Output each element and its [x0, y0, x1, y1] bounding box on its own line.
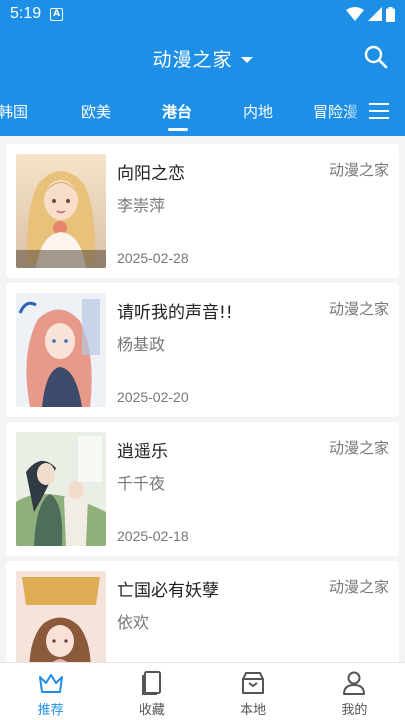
storage-icon	[242, 672, 265, 694]
nav-profile[interactable]: 我的	[304, 663, 405, 720]
menu-icon[interactable]	[368, 101, 390, 121]
comic-author: 依欢	[117, 613, 150, 632]
comic-date: 2025-02-28	[117, 250, 189, 266]
tab-korea[interactable]: 韩国	[0, 101, 28, 122]
comic-cover	[16, 571, 106, 662]
nav-label: 我的	[341, 703, 368, 718]
signal-icon	[368, 7, 382, 21]
comic-list: 向阳之恋 李崇萍 2025-02-28 动漫之家 请听我的声音!! 杨基政 20…	[0, 136, 405, 662]
crown-icon	[38, 674, 63, 693]
caret-down-icon	[240, 56, 253, 63]
comic-source: 动漫之家	[328, 439, 389, 457]
status-time: 5:19	[10, 5, 42, 22]
nav-favorites[interactable]: 收藏	[101, 663, 202, 720]
comic-date: 2025-02-20	[117, 389, 189, 405]
app-title: 动漫之家	[152, 49, 233, 71]
nav-label: 本地	[240, 703, 267, 718]
comic-cover	[16, 293, 106, 407]
nav-label: 推荐	[37, 703, 64, 718]
comic-source: 动漫之家	[328, 161, 389, 179]
comic-cover	[16, 432, 106, 546]
comic-card[interactable]: 请听我的声音!! 杨基政 2025-02-20 动漫之家	[6, 283, 399, 417]
tab-western[interactable]: 欧美	[81, 101, 111, 122]
nav-recommend[interactable]: 推荐	[0, 663, 101, 720]
comic-source: 动漫之家	[328, 578, 389, 596]
bottom-nav: 推荐 收藏 本地 我的	[0, 662, 405, 720]
comic-card[interactable]: 亡国必有妖孽 依欢 动漫之家	[6, 561, 399, 662]
wifi-icon	[346, 7, 364, 21]
category-tabs: 韩国 欧美 港台 内地 冒险漫	[0, 88, 405, 136]
comic-card[interactable]: 向阳之恋 李崇萍 2025-02-28 动漫之家	[6, 144, 399, 278]
comic-title: 逍遥乐	[117, 442, 168, 462]
book-icon	[141, 671, 161, 695]
notification-icon: A	[50, 7, 64, 21]
person-icon	[343, 671, 366, 695]
nav-local[interactable]: 本地	[203, 663, 304, 720]
comic-cover	[16, 154, 106, 268]
comic-source: 动漫之家	[328, 300, 389, 318]
comic-date: 2025-02-18	[117, 528, 189, 544]
tab-mainland[interactable]: 内地	[243, 101, 273, 122]
comic-author: 李崇萍	[117, 196, 166, 215]
status-indicators	[346, 6, 395, 22]
search-icon[interactable]	[363, 44, 389, 70]
comic-title: 请听我的声音!!	[117, 303, 233, 323]
comic-author: 千千夜	[117, 474, 166, 493]
tab-hk-taiwan[interactable]: 港台	[162, 101, 192, 122]
battery-icon	[386, 6, 395, 22]
comic-title: 向阳之恋	[117, 164, 185, 184]
nav-label: 收藏	[138, 703, 165, 718]
comic-card[interactable]: 逍遥乐 千千夜 2025-02-18 动漫之家	[6, 422, 399, 556]
source-selector[interactable]: 动漫之家	[0, 45, 405, 72]
tab-indicator	[168, 128, 188, 131]
comic-title: 亡国必有妖孽	[117, 581, 219, 601]
comic-author: 杨基政	[117, 335, 166, 354]
app-bar: 动漫之家	[0, 28, 405, 88]
status-bar: 5:19 A	[0, 0, 405, 28]
